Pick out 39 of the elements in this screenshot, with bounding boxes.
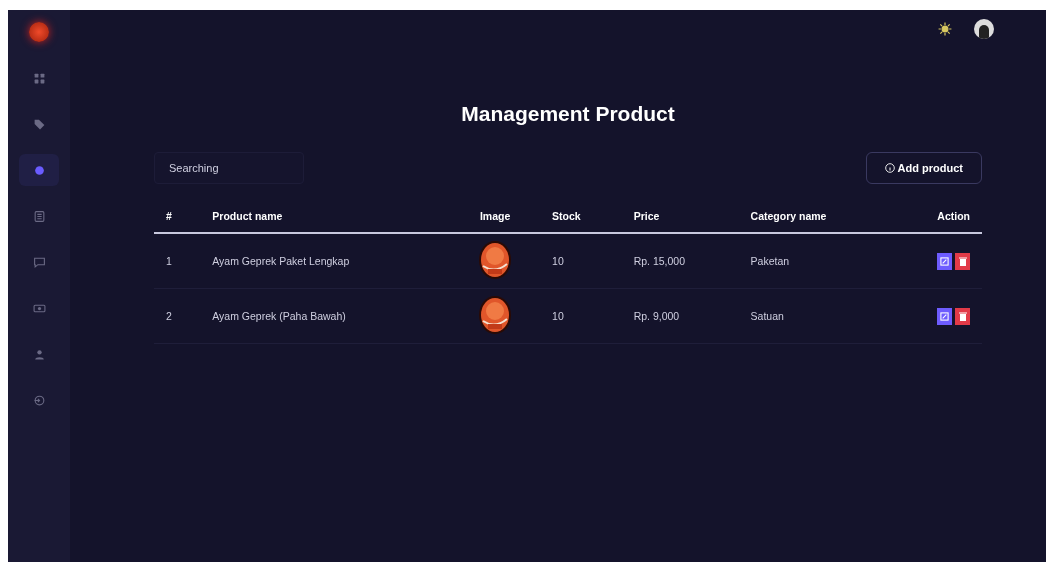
chat-icon [32,255,46,269]
table-cell: Ayam Geprek Paket Lengkap [200,233,451,289]
delete-button[interactable] [955,252,970,270]
table-cell: Rp. 15,000 [621,233,739,289]
table-cell: 1 [154,233,201,289]
search-field[interactable]: Searching [154,152,304,184]
logout-icon [32,393,46,407]
tag-icon [32,117,46,131]
column-header: Image [450,200,541,233]
avatar-icon[interactable] [974,19,994,39]
table-cell: Rp. 9,000 [621,288,739,344]
logo-icon [29,22,49,42]
edit-icon [940,311,949,321]
column-header: # [154,200,201,233]
column-header: Action [893,200,982,233]
column-header: Category name [738,200,894,233]
sidebar-item[interactable] [19,154,59,186]
grid-icon [32,71,46,85]
add-product-button[interactable]: Add product [865,152,982,184]
column-header: Stock [540,200,622,233]
circle-icon [32,163,46,177]
table-cell: Ayam Geprek (Paha Bawah) [200,288,451,344]
delete-button[interactable] [955,307,970,325]
info-icon [884,163,895,173]
edit-button[interactable] [937,307,952,325]
page-title: Management Product [460,102,676,126]
edit-button[interactable] [937,252,952,270]
column-header: Product name [200,200,451,233]
trash-icon [958,311,967,321]
column-header: Price [621,200,739,233]
list-icon [32,209,46,223]
table-cell: Paketan [738,233,894,289]
table-cell: 10 [540,288,622,344]
table-cell: Satuan [738,288,894,344]
edit-icon [940,256,949,266]
table-cell: 2 [154,288,201,344]
trash-icon [958,256,967,266]
sun-icon[interactable] [938,22,952,36]
table-cell: 10 [540,233,622,289]
